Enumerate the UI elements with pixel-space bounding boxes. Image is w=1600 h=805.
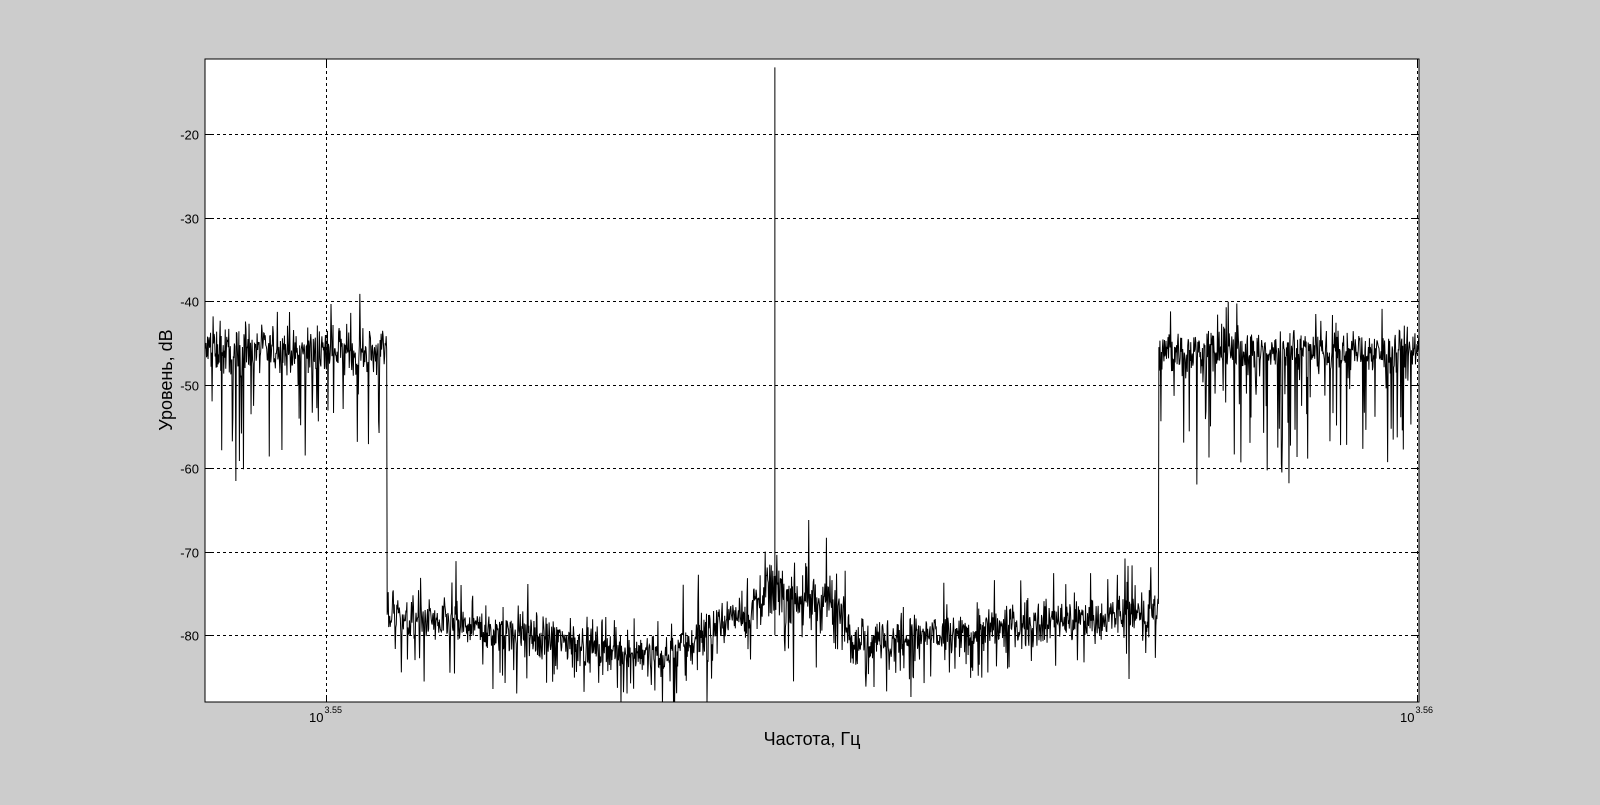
y-tick-label: -20 bbox=[180, 128, 199, 143]
y-axis-title: Уровень, dB bbox=[156, 329, 176, 430]
x-tick-base: 10 bbox=[309, 710, 323, 725]
x-tick-base: 10 bbox=[1400, 710, 1414, 725]
x-tick-label: 10 3.56 bbox=[1400, 705, 1433, 725]
x-tick-label: 10 3.55 bbox=[309, 705, 342, 725]
y-tick-label: -80 bbox=[180, 629, 199, 644]
figure: -20-30-40-50-60-70-8010 3.55 10 3.56 Частот… bbox=[156, 58, 1433, 749]
x-axis-title: Частота, Гц bbox=[764, 729, 861, 749]
x-tick-exponent: 3.56 bbox=[1416, 705, 1434, 715]
y-tick-label: -70 bbox=[180, 546, 199, 561]
y-tick-label: -60 bbox=[180, 462, 199, 477]
y-tick-label: -40 bbox=[180, 295, 199, 310]
y-tick-label: -50 bbox=[180, 379, 199, 394]
x-tick-exponent: 3.55 bbox=[325, 705, 343, 715]
y-tick-label: -30 bbox=[180, 212, 199, 227]
